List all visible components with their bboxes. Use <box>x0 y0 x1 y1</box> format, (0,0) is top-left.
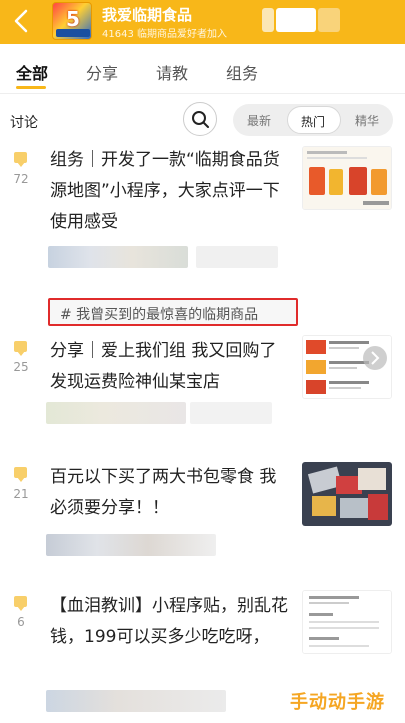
post-thumbnail[interactable] <box>302 590 392 654</box>
category-tabs: 全部 分享 请教 组务 <box>0 44 405 94</box>
comment-icon <box>14 152 27 167</box>
tab-ask[interactable]: 请教 <box>156 60 188 84</box>
post-thumbnail[interactable] <box>302 335 392 399</box>
topic-tag-label: # 我曾买到的最惊喜的临期商品 <box>60 307 259 323</box>
post-title: 组务｜开发了一款“临期食品货源地图”小程序，大家点评一下使用感受 <box>50 150 280 232</box>
comment-icon <box>14 467 27 482</box>
blurred-user-info <box>190 402 272 424</box>
back-arrow-icon[interactable] <box>8 6 36 36</box>
blurred-user-info <box>196 246 278 268</box>
group-member-count: 41643 临期商品爱好者加入 <box>102 29 227 40</box>
sort-latest[interactable]: 最新 <box>247 112 271 129</box>
post-thumbnail[interactable] <box>302 462 392 526</box>
post-title: 分享｜爱上我们组 我又回购了 发现运费险神仙某宝店 <box>50 341 277 392</box>
blurred-header-element <box>262 8 274 32</box>
comment-count: 72 <box>13 172 29 186</box>
group-title: 我爱临期食品 <box>102 6 193 24</box>
blurred-user-info <box>46 402 186 424</box>
section-label: 讨论 <box>10 115 38 131</box>
group-logo[interactable]: 5 <box>52 2 92 40</box>
topic-tag[interactable]: # 我曾买到的最惊喜的临期商品 <box>48 298 298 326</box>
post-title: 【血泪教训】小程序贴，别乱花钱，199可以买多少吃吃呀， <box>50 596 288 647</box>
sort-hot-label: 热门 <box>301 115 326 129</box>
comment-count: 6 <box>17 615 25 629</box>
sort-hot[interactable]: 热门 <box>287 106 341 134</box>
post-title: 百元以下买了两大书包零食 我必须要分享！！ <box>50 467 277 518</box>
comment-icon <box>14 596 27 611</box>
tab-all[interactable]: 全部 <box>16 60 48 84</box>
site-watermark: 手动动手游 <box>290 692 385 713</box>
blurred-user-info <box>46 690 226 712</box>
blurred-header-element <box>318 8 340 32</box>
post-thumbnail[interactable] <box>302 146 392 210</box>
sort-segmented-control: 最新 热门 精华 <box>233 104 393 136</box>
search-icon <box>192 111 209 128</box>
tab-share[interactable]: 分享 <box>86 60 118 84</box>
comment-count: 25 <box>13 360 29 374</box>
blurred-user-info <box>46 534 216 556</box>
logo-text: 5 <box>66 7 80 31</box>
sort-featured[interactable]: 精华 <box>355 112 379 129</box>
search-button[interactable] <box>183 102 217 136</box>
tab-group-affairs[interactable]: 组务 <box>226 60 258 84</box>
comment-icon <box>14 341 27 356</box>
active-tab-indicator <box>16 86 46 89</box>
blurred-user-info <box>48 246 188 268</box>
blurred-header-element <box>276 8 316 32</box>
app-header: 5 我爱临期食品 41643 临期商品爱好者加入 <box>0 0 405 44</box>
comment-count: 21 <box>13 487 29 501</box>
